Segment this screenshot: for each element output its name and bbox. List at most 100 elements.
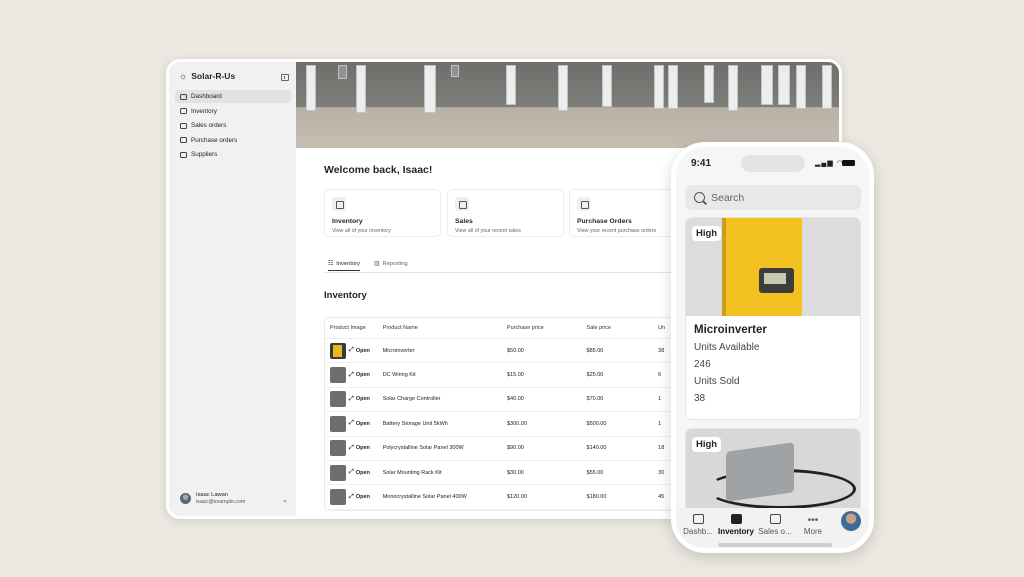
open-button[interactable]: ⤢ Open (349, 469, 370, 476)
table-row[interactable]: ⤢ Open Polycrystalline Solar Panel 300W $90… (325, 437, 683, 461)
card-inventory[interactable]: Inventory View all of your inventory (324, 189, 441, 237)
open-label: Open (355, 396, 370, 403)
open-button[interactable]: ⤢ Open (349, 372, 370, 379)
table-row[interactable]: ⤢ Open DC Wiring Kit $15.00 $25.00 6 (325, 363, 683, 388)
tab-label: Dashb... (683, 527, 713, 536)
product-name-cell: DC Wiring Kit (382, 372, 416, 379)
user-menu[interactable]: Isaac Lawan isaac@example.com (180, 492, 245, 505)
expand-icon: ⤢ (349, 371, 354, 378)
sidebar-item-inventory[interactable]: Inventory (175, 105, 291, 118)
avatar[interactable] (841, 511, 861, 531)
tab-sales-orders[interactable]: Sales o... (755, 514, 795, 536)
column-header[interactable]: Product Name (383, 325, 507, 331)
open-button[interactable]: ⤢ Open (349, 420, 370, 427)
tab-reporting[interactable]: ▥ Reporting (374, 261, 408, 267)
open-button[interactable]: ⤢ Open (349, 347, 370, 354)
tab-dashboard[interactable]: Dashb... (678, 514, 718, 536)
sidebar-item-dashboard[interactable]: Dashboard (175, 90, 291, 103)
units-available-label: Units Available (694, 342, 760, 353)
tab-label: More (803, 527, 823, 536)
chevron-down-icon[interactable]: ⌄ (282, 496, 288, 504)
sidebar-toggle-icon[interactable] (281, 74, 289, 81)
card-subtitle: View all of your recent sales (455, 228, 521, 234)
card-sales[interactable]: Sales View all of your recent sales (447, 189, 564, 237)
open-button[interactable]: ⤢ Open (349, 494, 370, 501)
card-title: Inventory (332, 218, 363, 225)
open-button[interactable]: ⤢ Open (349, 396, 370, 403)
open-button[interactable]: ⤢ Open (349, 445, 370, 452)
search-icon (694, 192, 705, 203)
units-sold-value: 38 (694, 393, 706, 404)
column-header[interactable]: Product Image (325, 325, 383, 331)
sale-price-cell: $70.00 (586, 396, 604, 403)
list-icon (332, 197, 346, 211)
product-name-cell: Battery Storage Unit 5kWh (382, 420, 448, 427)
sidebar-nav: Dashboard Inventory Sales orders Purchas… (175, 90, 291, 163)
banner-image (296, 62, 839, 148)
expand-icon: ⤢ (349, 347, 354, 354)
box-icon (730, 514, 742, 524)
tab-bar: ☷ Inventory ▥ Reporting (324, 258, 694, 273)
units-available-value: 246 (694, 359, 711, 370)
card-purchase-orders[interactable]: Purchase Orders View your recent purchas… (569, 189, 686, 237)
inventory-table: Product Image Product Name Purchase pric… (324, 317, 684, 511)
sale-price-cell: $25.00 (586, 372, 604, 379)
status-time: 9:41 (691, 158, 712, 169)
open-label: Open (355, 372, 370, 379)
more-icon: ••• (807, 515, 819, 526)
signal-icon: ▂▄▆ ◠ (815, 160, 844, 167)
sidebar-item-label: Sales orders (191, 122, 227, 129)
money-icon (577, 197, 591, 211)
open-label: Open (355, 420, 370, 427)
column-header[interactable]: Sale price (587, 325, 659, 331)
tab-inventory[interactable]: Inventory (716, 514, 756, 536)
product-thumbnail (330, 342, 346, 359)
sidebar-item-label: Purchase orders (191, 136, 238, 144)
tab-label: Inventory (717, 527, 754, 536)
product-thumbnail (330, 415, 346, 432)
avatar (180, 493, 191, 504)
user-email: isaac@example.com (196, 499, 246, 505)
app-brand[interactable]: ☼ Solar-R-Us (179, 71, 235, 81)
product-name-cell: Solar Mounting Rack Kit (382, 469, 442, 476)
table-row[interactable]: ⤢ Open Microinverter $50.00 $85.00 38 (325, 339, 683, 364)
product-card[interactable]: High Microinverter Units Available 246 U… (685, 217, 861, 420)
search-input[interactable]: Search (685, 185, 861, 210)
open-label: Open (355, 469, 370, 476)
product-thumbnail (330, 440, 346, 457)
product-card[interactable]: High (685, 428, 861, 518)
sidebar-item-suppliers[interactable]: Suppliers (175, 148, 291, 161)
card-subtitle: View your recent purchase orders (577, 228, 657, 234)
tab-inventory[interactable]: ☷ Inventory (328, 261, 361, 271)
dynamic-island (741, 155, 805, 172)
product-thumbnail (330, 464, 346, 481)
product-image-cell: ⤢ Open (325, 342, 383, 359)
truck-icon (180, 151, 187, 158)
home-icon (180, 93, 187, 100)
expand-icon: ⤢ (349, 395, 354, 402)
product-name-cell: Microinverter (382, 347, 415, 354)
table-row[interactable]: ⤢ Open Solar Charge Controller $40.00 $70.00… (325, 388, 683, 413)
product-name-cell: Monocrystalline Solar Panel 400W (382, 494, 467, 501)
sidebar: ☼ Solar-R-Us Dashboard Inventory Sales o… (169, 62, 296, 516)
expand-icon: ⤢ (349, 493, 354, 500)
section-title: Inventory (324, 290, 367, 301)
sidebar-item-purchase-orders[interactable]: Purchase orders (175, 134, 291, 147)
table-row[interactable]: ⤢ Open Solar Mounting Rack Kit $30.00 $55.00… (325, 461, 683, 486)
column-header[interactable]: Purchase price (507, 325, 587, 331)
expand-icon: ⤢ (349, 420, 354, 427)
table-row[interactable]: ⤢ Open Battery Storage Unit 5kWh $300.00 $50… (325, 412, 683, 437)
product-thumbnail (330, 489, 346, 506)
card-title: Sales (455, 218, 473, 225)
chart-icon: ▥ (374, 261, 380, 267)
receipt-icon (455, 197, 469, 211)
page-title: Welcome back, Isaac! (324, 164, 433, 176)
priority-badge: High (692, 437, 722, 452)
tab-more[interactable]: ••• More (793, 514, 833, 536)
home-indicator (718, 543, 832, 547)
expand-icon: ⤢ (349, 469, 354, 476)
tab-label: Sales o... (758, 527, 792, 536)
sidebar-item-sales-orders[interactable]: Sales orders (175, 119, 291, 132)
user-name: Isaac Lawan (196, 492, 228, 498)
table-row[interactable]: ⤢ Open Monocrystalline Solar Panel 400W $12… (325, 485, 683, 510)
